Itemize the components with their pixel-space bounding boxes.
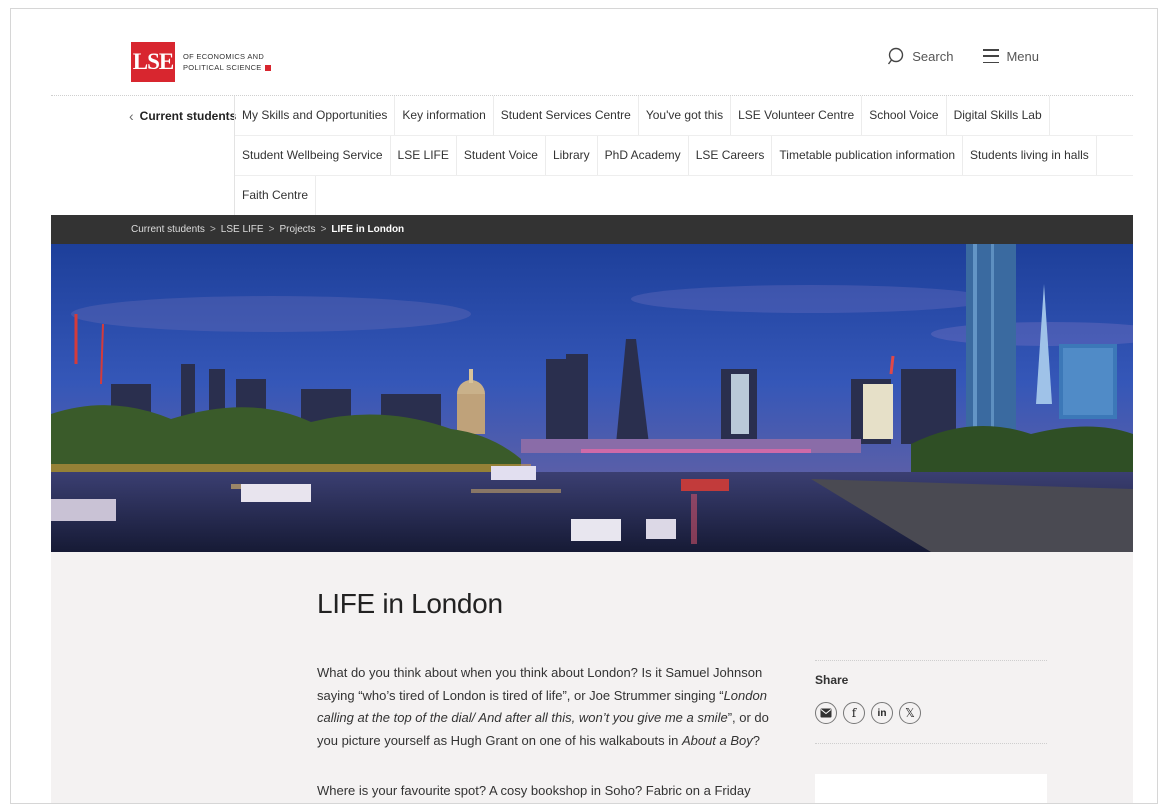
hero-image-london-skyline — [51, 244, 1133, 552]
nav-item-students-in-halls[interactable]: Students living in halls — [963, 136, 1097, 175]
nav-row-2: Student Wellbeing Service LSE LIFE Stude… — [235, 136, 1133, 176]
facebook-icon[interactable]: f — [843, 702, 865, 724]
nav-row-1: My Skills and Opportunities Key informat… — [235, 96, 1133, 136]
nav-item-digital-skills-lab[interactable]: Digital Skills Lab — [947, 96, 1050, 135]
logo-square-icon — [264, 65, 271, 72]
nav-links: My Skills and Opportunities Key informat… — [234, 96, 1133, 216]
intro-paragraph: What do you think about when you think a… — [317, 662, 787, 752]
linkedin-icon[interactable]: in — [871, 702, 893, 724]
logo-mark: LSE — [131, 42, 175, 82]
breadcrumb-current-students[interactable]: Current students — [131, 224, 205, 235]
related-card — [815, 774, 1047, 803]
email-icon[interactable] — [815, 702, 837, 724]
search-label: Search — [912, 48, 954, 64]
lse-logo[interactable]: LSE OF ECONOMICS AND POLITICAL SCIENCE — [131, 42, 271, 82]
nav-item-school-voice[interactable]: School Voice — [862, 96, 947, 135]
nav-item-lse-life[interactable]: LSE LIFE — [391, 136, 457, 175]
nav-item-student-services-centre[interactable]: Student Services Centre — [494, 96, 639, 135]
menu-icon — [983, 49, 1000, 63]
nav-item-faith-centre[interactable]: Faith Centre — [235, 176, 317, 215]
nav-item-volunteer-centre[interactable]: LSE Volunteer Centre — [731, 96, 863, 135]
menu-label: Menu — [1006, 48, 1039, 64]
back-link-label: Current students — [139, 109, 237, 123]
logo-wordmark: OF ECONOMICS AND POLITICAL SCIENCE — [183, 51, 271, 73]
share-panel: Share f in 𝕏 — [815, 660, 1047, 744]
search-icon — [888, 47, 904, 65]
breadcrumb-projects[interactable]: Projects — [279, 224, 315, 235]
page-title: LIFE in London — [317, 588, 503, 619]
current-students-back-link[interactable]: ‹ Current students — [129, 96, 237, 136]
search-button[interactable]: Search — [887, 47, 953, 65]
site-header: LSE OF ECONOMICS AND POLITICAL SCIENCE S… — [11, 9, 1157, 97]
second-paragraph: Where is your favourite spot? A cosy boo… — [317, 783, 751, 798]
logo-line-1: OF ECONOMICS AND — [183, 52, 265, 61]
x-icon[interactable]: 𝕏 — [899, 702, 921, 724]
nav-item-library[interactable]: Library — [546, 136, 598, 175]
nav-item-lse-careers[interactable]: LSE Careers — [689, 136, 773, 175]
nav-item-wellbeing-service[interactable]: Student Wellbeing Service — [235, 136, 391, 175]
chevron-left-icon: ‹ — [129, 108, 134, 124]
breadcrumb-current-page: LIFE in London — [331, 224, 405, 235]
nav-row-3: Faith Centre — [235, 176, 1133, 215]
main-content: LIFE in London What do you think about w… — [51, 552, 1133, 803]
logo-line-2: POLITICAL SCIENCE — [183, 63, 262, 72]
breadcrumb-separator: > — [320, 224, 327, 235]
intro-film-title: About a Boy — [681, 732, 753, 748]
nav-item-key-information[interactable]: Key information — [395, 96, 494, 135]
section-nav: ‹ Current students My Skills and Opportu… — [51, 95, 1133, 216]
nav-item-timetable-info[interactable]: Timetable publication information — [772, 136, 964, 175]
intro-text-c: ? — [752, 732, 760, 748]
share-label: Share — [815, 673, 849, 687]
breadcrumb-lse-life[interactable]: LSE LIFE — [221, 224, 264, 235]
intro-text-a: What do you think about when you think a… — [317, 665, 763, 703]
nav-item-my-skills[interactable]: My Skills and Opportunities — [235, 96, 396, 135]
browser-page: LSE OF ECONOMICS AND POLITICAL SCIENCE S… — [10, 8, 1158, 804]
nav-item-phd-academy[interactable]: PhD Academy — [598, 136, 689, 175]
menu-button[interactable]: Menu — [983, 49, 1039, 64]
nav-item-student-voice[interactable]: Student Voice — [457, 136, 546, 175]
breadcrumb: Current students > LSE LIFE > Projects >… — [51, 215, 1133, 244]
nav-item-youve-got-this[interactable]: You've got this — [639, 96, 732, 135]
breadcrumb-separator: > — [268, 224, 275, 235]
breadcrumb-separator: > — [209, 224, 216, 235]
